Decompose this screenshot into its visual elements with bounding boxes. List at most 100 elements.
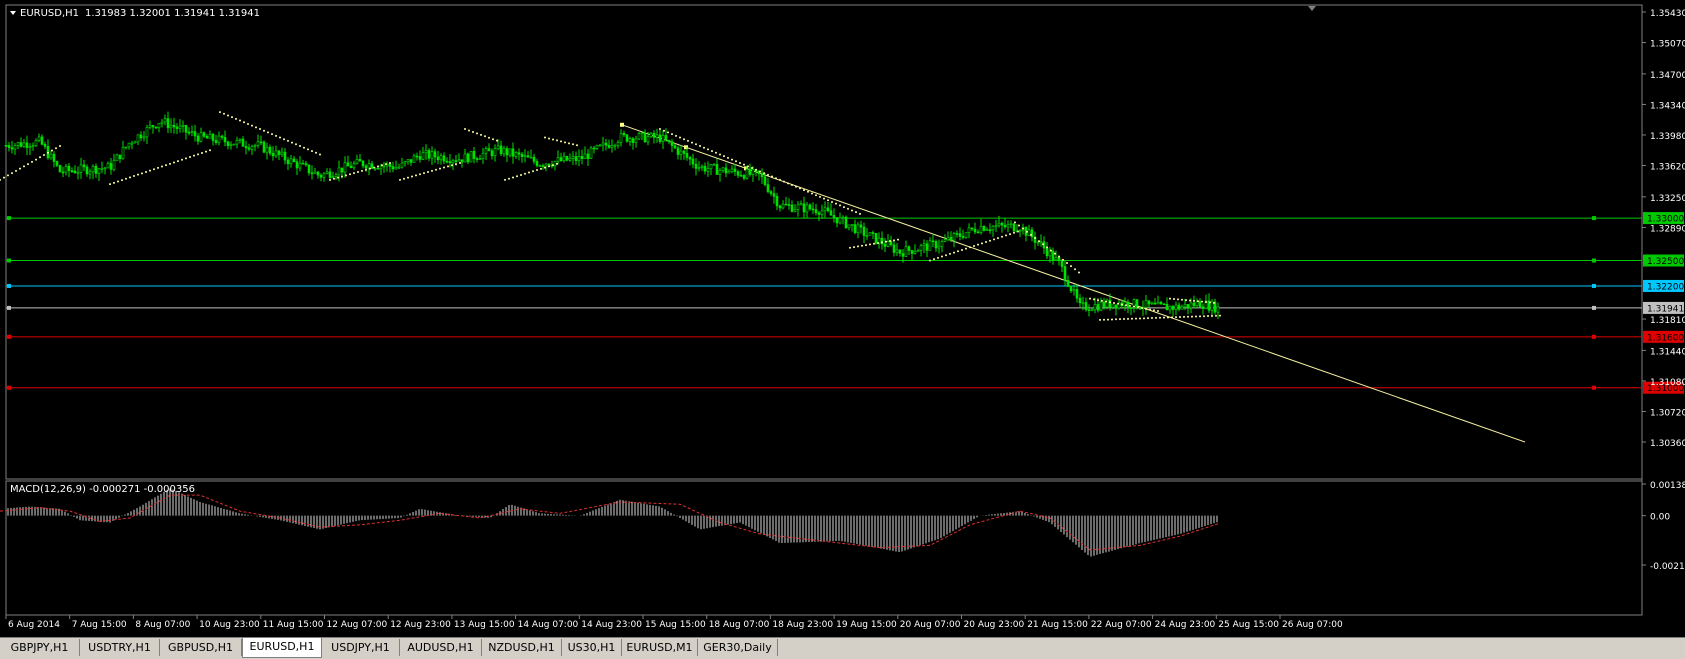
candle-body <box>103 167 107 170</box>
candle-body <box>223 136 227 143</box>
sar-dot <box>443 166 445 169</box>
candle-body <box>451 160 455 164</box>
level-handle[interactable] <box>1592 283 1596 288</box>
sar-dot <box>811 192 813 195</box>
sar-dot <box>329 178 331 181</box>
candle-body <box>733 168 737 173</box>
level-handle[interactable] <box>7 305 11 310</box>
candle-body <box>943 239 947 242</box>
candle-body <box>190 131 194 133</box>
sar-dot <box>373 166 375 169</box>
candle-body <box>523 155 527 157</box>
sar-dot <box>1207 315 1209 318</box>
level-handle[interactable] <box>1592 305 1596 310</box>
candle-body <box>70 170 74 173</box>
candle-body <box>421 152 425 160</box>
candle-body <box>979 226 983 233</box>
macd-tick-label: 0.00 <box>1650 513 1670 523</box>
sar-dot <box>337 176 339 179</box>
candle-body <box>1003 224 1007 228</box>
sar-dot <box>1185 299 1187 302</box>
candle-body <box>376 167 380 170</box>
trendline-anchor[interactable] <box>620 122 624 127</box>
sar-dot <box>1135 317 1137 320</box>
chart-window[interactable]: 1.33000 1.32500 1.32200 1.31941 1.31600 1.310… <box>0 0 1685 659</box>
candle-body <box>295 161 299 169</box>
candle-body <box>250 146 254 150</box>
candle-body <box>727 171 731 174</box>
tab-ger30-daily[interactable]: GER30,Daily <box>698 639 778 656</box>
sar-dot <box>847 207 849 210</box>
candle-body <box>928 240 932 251</box>
sar-dot <box>55 147 57 150</box>
level-handle[interactable] <box>7 283 11 288</box>
candle-body <box>487 148 491 152</box>
sar-dot <box>385 163 387 166</box>
candle-body <box>832 215 836 218</box>
candle-body <box>187 131 191 134</box>
sar-dot <box>263 129 265 132</box>
candle-body <box>952 233 956 241</box>
candle-body <box>97 168 101 174</box>
candle-body <box>1150 302 1154 305</box>
candle-body <box>85 166 89 175</box>
sar-dot <box>1101 299 1103 302</box>
sar-dot <box>819 195 821 198</box>
candle-body <box>130 142 134 145</box>
tab-gbpusd-h1[interactable]: GBPUSD,H1 <box>160 639 242 656</box>
sar-dot <box>989 239 991 242</box>
sar-dot <box>1137 306 1139 309</box>
candle-body <box>448 161 452 164</box>
tab-us30-h1[interactable]: US30,H1 <box>562 639 622 656</box>
level-handle[interactable] <box>1592 216 1596 221</box>
chart-canvas[interactable]: 1.33000 1.32500 1.32200 1.31941 1.31600 1.310… <box>0 0 1685 637</box>
candle-body <box>412 155 416 163</box>
sar-dot <box>129 176 131 179</box>
sar-dot <box>965 247 967 250</box>
level-handle[interactable] <box>1592 258 1596 263</box>
tab-eurusd-h1[interactable]: EURUSD,H1 <box>242 638 322 658</box>
candle-body <box>955 233 959 235</box>
trendline-segment[interactable] <box>621 124 1526 443</box>
tab-nzdusd-h1[interactable]: NZDUSD,H1 <box>482 639 562 656</box>
symbol-menu-icon[interactable] <box>10 11 16 15</box>
candle-body <box>370 163 374 169</box>
sar-dot <box>743 163 745 166</box>
time-tick-label: 18 Aug 07:00 <box>709 620 770 630</box>
candle-body <box>901 253 905 257</box>
tab-usdjpy-h1[interactable]: USDJPY,H1 <box>322 639 400 656</box>
sar-dot <box>949 252 951 255</box>
candle-body <box>886 241 890 247</box>
level-handle[interactable] <box>7 385 11 390</box>
candle-body <box>457 159 461 162</box>
candle-body <box>394 166 398 170</box>
level-handle[interactable] <box>7 216 11 221</box>
candle-body <box>499 145 503 155</box>
candle-body <box>301 162 305 165</box>
sar-dot <box>423 172 425 175</box>
candle-body <box>640 132 644 135</box>
tab-eurusd-m1[interactable]: EURUSD,M1 <box>622 639 698 656</box>
chart-shift-marker-icon[interactable] <box>1308 6 1316 11</box>
tab-usdtry-h1[interactable]: USDTRY,H1 <box>80 639 160 656</box>
candle-body <box>469 151 473 163</box>
parabolic-sar <box>0 111 1221 321</box>
sar-dot <box>1167 316 1169 319</box>
price-tick-label: 1.30720 <box>1650 408 1685 418</box>
candle-body <box>217 135 221 143</box>
level-price-label: 1.31600 <box>1647 333 1684 343</box>
tab-audusd-h1[interactable]: AUDUSD,H1 <box>400 639 482 656</box>
candle-body <box>40 136 44 145</box>
level-handle[interactable] <box>1592 385 1596 390</box>
level-handle[interactable] <box>7 258 11 263</box>
tab-gbpjpy-h1[interactable]: GBPJPY,H1 <box>0 639 80 656</box>
level-handle[interactable] <box>7 334 11 339</box>
horizontal-levels: 1.33000 1.32500 1.32200 1.31941 1.31600 1.310… <box>6 212 1684 394</box>
candle-body <box>64 166 68 173</box>
level-handle[interactable] <box>1592 334 1596 339</box>
sar-dot <box>35 158 37 161</box>
sar-dot <box>556 162 558 165</box>
candle-body <box>199 132 203 142</box>
candle-body <box>1180 306 1184 310</box>
candle-body <box>175 126 179 129</box>
